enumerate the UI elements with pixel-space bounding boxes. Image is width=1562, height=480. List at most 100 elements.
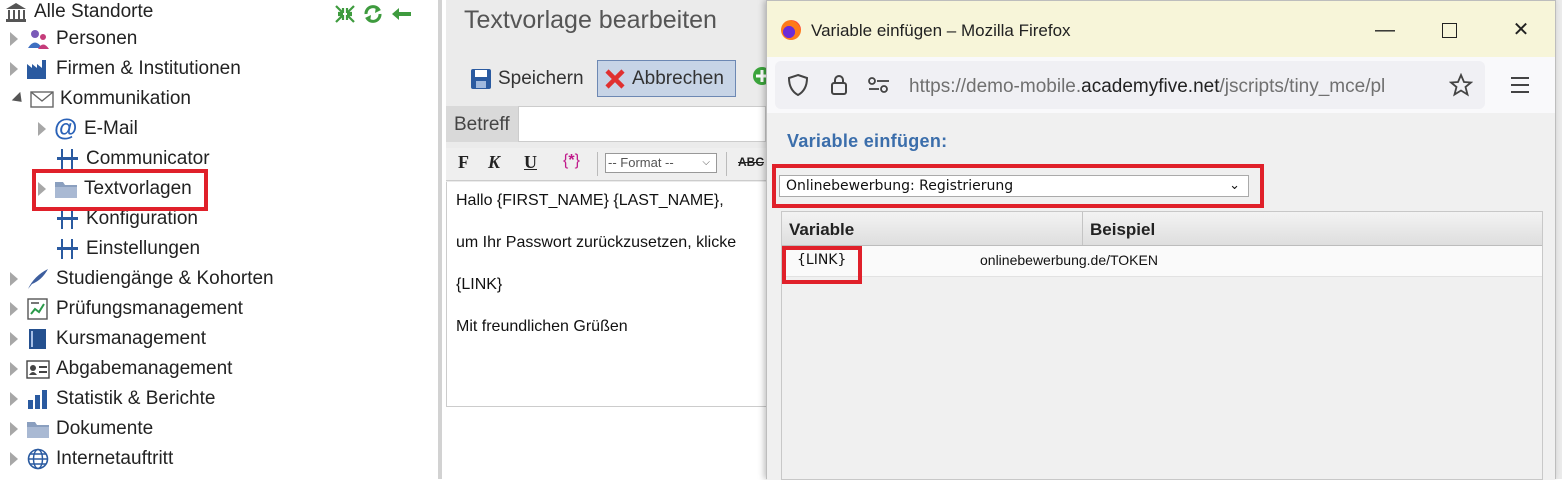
sidebar-item-konfiguration[interactable]: Konfiguration <box>56 204 198 234</box>
sidebar-item-kommunikation[interactable]: Kommunikation <box>10 84 191 114</box>
sidebar-item-dokumente[interactable]: Dokumente <box>10 414 153 444</box>
column-header-beispiel[interactable]: Beispiel <box>1090 220 1155 240</box>
expand-icon[interactable] <box>10 332 18 346</box>
save-button[interactable]: Speichern <box>464 62 590 96</box>
book-icon <box>26 328 50 350</box>
subject-row: Betreff <box>446 106 766 142</box>
url-bar[interactable]: https://demo-mobile.academyfive.net/jscr… <box>775 61 1485 109</box>
table-row[interactable]: {LINK} onlinebewerbung.de/TOKEN <box>782 246 1542 277</box>
expand-icon[interactable] <box>38 182 46 196</box>
popup-content: Variable einfügen: Onlinebewerbung: Regi… <box>767 113 1555 480</box>
cancel-button[interactable]: Abbrechen <box>597 60 736 97</box>
sidebar-item-label: Studiengänge & Kohorten <box>56 268 274 289</box>
sidebar-item-email[interactable]: @ E-Mail <box>38 114 138 144</box>
editor-line: Mit freundlichen Grüßen <box>456 318 628 335</box>
sliders-icon <box>56 148 80 170</box>
italic-button[interactable]: K <box>488 152 500 173</box>
insert-variable-icon[interactable]: {*} <box>563 152 580 170</box>
bold-button[interactable]: F <box>458 152 469 173</box>
sidebar-item-firmen[interactable]: Firmen & Institutionen <box>10 54 241 84</box>
refresh-icon[interactable] <box>362 4 384 24</box>
add-button[interactable] <box>746 62 771 96</box>
sidebar-item-label: Einstellungen <box>86 238 201 259</box>
floppy-icon <box>470 68 492 90</box>
window-title: Variable einfügen – Mozilla Firefox <box>811 21 1071 40</box>
close-icon <box>604 68 626 90</box>
sidebar-item-label: Internetauftritt <box>56 448 174 469</box>
sidebar-item-label: Firmen & Institutionen <box>56 58 241 79</box>
sliders-icon <box>56 238 80 260</box>
sidebar-item-label: Communicator <box>86 148 210 169</box>
expand-icon[interactable] <box>10 362 18 376</box>
bar-chart-icon <box>26 388 50 410</box>
sidebar-item-kursmanagement[interactable]: Kursmanagement <box>10 324 206 354</box>
sidebar-item-personen[interactable]: Personen <box>10 24 137 54</box>
expand-icon[interactable] <box>10 272 18 286</box>
example-cell: onlinebewerbung.de/TOKEN <box>980 252 1158 268</box>
template-category-select[interactable]: Onlinebewerbung: Registrierung ⌄ <box>779 175 1249 197</box>
building-icon <box>4 1 28 23</box>
sidebar-item-label: Kommunikation <box>60 88 191 109</box>
template-editor-panel: Textvorlage bearbeiten Speichern Abbrech… <box>446 0 771 480</box>
toolbar-separator <box>597 152 598 176</box>
sidebar-item-textvorlagen[interactable]: Textvorlagen <box>38 174 192 204</box>
persons-icon <box>26 28 50 50</box>
spellcheck-icon[interactable]: ABC <box>738 155 764 169</box>
expand-icon[interactable] <box>10 422 18 436</box>
editor-body[interactable]: Hallo {FIRST_NAME} {LAST_NAME}, um Ihr P… <box>446 182 767 406</box>
back-arrow-icon[interactable] <box>390 4 412 24</box>
variable-popup-window: Variable einfügen – Mozilla Firefox — ✕ … <box>766 0 1556 480</box>
at-icon: @ <box>54 115 78 142</box>
star-icon[interactable] <box>1448 72 1474 102</box>
sidebar-item-label: Abgabemanagement <box>56 358 233 379</box>
sidebar-tools <box>334 4 412 24</box>
sidebar-item-studiengaenge[interactable]: Studiengänge & Kohorten <box>10 264 274 294</box>
exam-chart-icon <box>26 298 50 320</box>
sidebar-item-abgabemanagement[interactable]: Abgabemanagement <box>10 354 232 384</box>
maximize-button[interactable] <box>1429 15 1469 45</box>
expand-icon[interactable] <box>10 302 18 316</box>
minimize-icon: — <box>1375 19 1395 41</box>
column-header-variable[interactable]: Variable <box>789 220 854 240</box>
collapse-icon[interactable] <box>334 4 356 24</box>
envelope-icon <box>30 88 54 110</box>
sidebar-item-pruefungsmanagement[interactable]: Prüfungsmanagement <box>10 294 243 324</box>
page-title: Textvorlage bearbeiten <box>464 6 717 34</box>
toolbar-separator <box>726 152 727 176</box>
format-select[interactable]: -- Format -- ⌵ <box>605 153 717 173</box>
minimize-button[interactable]: — <box>1365 15 1405 45</box>
close-icon: ✕ <box>1512 19 1530 41</box>
sidebar-item-label: Konfiguration <box>86 208 198 229</box>
sidebar-item-einstellungen[interactable]: Einstellungen <box>56 234 200 264</box>
sidebar-item-internetauftritt[interactable]: Internetauftritt <box>10 444 173 474</box>
navigation-sidebar: Alle Standorte Personen Firmen & Institu… <box>0 0 442 479</box>
action-toolbar: Speichern Abbrechen <box>446 60 771 98</box>
subject-input[interactable] <box>518 106 766 142</box>
sidebar-item-label: Textvorlagen <box>84 178 192 199</box>
expand-icon[interactable] <box>10 32 18 46</box>
window-titlebar[interactable]: Variable einfügen – Mozilla Firefox — ✕ <box>767 1 1555 57</box>
permissions-icon[interactable] <box>867 75 891 100</box>
expand-icon[interactable] <box>10 452 18 466</box>
firefox-icon <box>781 20 801 40</box>
hamburger-menu-icon[interactable] <box>1509 75 1531 100</box>
variable-cell[interactable]: {LINK} <box>797 252 846 268</box>
editor-line: {LINK} <box>456 276 503 293</box>
folder-icon <box>26 418 50 440</box>
shield-icon <box>787 73 809 102</box>
collapse-tree-icon[interactable] <box>11 91 26 107</box>
close-window-button[interactable]: ✕ <box>1501 15 1541 45</box>
expand-icon[interactable] <box>10 392 18 406</box>
editor-line: um Ihr Passwort zurückzusetzen, klicke <box>456 234 737 251</box>
background-strip <box>1556 0 1562 479</box>
table-header: Variable Beispiel <box>782 212 1542 246</box>
tree-root[interactable]: Alle Standorte <box>4 0 153 27</box>
underline-button[interactable]: U <box>524 152 537 173</box>
url-text[interactable]: https://demo-mobile.academyfive.net/jscr… <box>909 76 1385 98</box>
expand-icon[interactable] <box>38 122 46 136</box>
expand-icon[interactable] <box>10 62 18 76</box>
sidebar-splitter[interactable] <box>438 0 442 479</box>
sidebar-item-communicator[interactable]: Communicator <box>56 144 210 174</box>
sidebar-item-statistik[interactable]: Statistik & Berichte <box>10 384 215 414</box>
column-separator[interactable] <box>1082 212 1083 245</box>
